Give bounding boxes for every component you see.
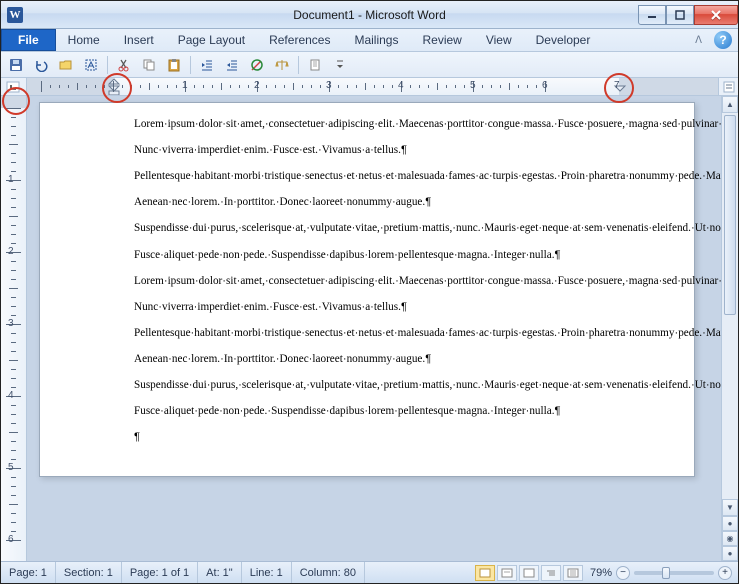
save-icon[interactable]	[5, 54, 27, 76]
scroll-track[interactable]	[722, 113, 738, 499]
ruler-number: 3	[326, 80, 332, 91]
ribbon-tabs: File Home Insert Page Layout References …	[1, 29, 738, 52]
tab-selector[interactable]	[1, 78, 27, 95]
document-area: 1 2 3 4 5 6 Lorem·ipsum·dolor·sit·amet,·conse…	[1, 96, 738, 561]
paragraph[interactable]: Nunc·viverra·imperdiet·enim.·Fusce·est.·…	[134, 300, 614, 315]
tab-view[interactable]: View	[474, 29, 524, 51]
view-draft-icon[interactable]	[563, 565, 583, 581]
tab-references[interactable]: References	[257, 29, 342, 51]
vertical-scrollbar[interactable]: ▲ ▼ ● ◉ ●	[721, 96, 738, 561]
tab-insert[interactable]: Insert	[112, 29, 166, 51]
paragraph[interactable]: Lorem·ipsum·dolor·sit·amet,·consectetuer…	[134, 274, 614, 289]
status-section[interactable]: Section: 1	[56, 562, 122, 583]
window-title: Document1 - Microsoft Word	[293, 8, 446, 22]
ruler-number: 2	[8, 246, 14, 257]
tab-review[interactable]: Review	[410, 29, 473, 51]
file-tab[interactable]: File	[1, 29, 56, 51]
next-page-icon[interactable]: ●	[722, 546, 738, 561]
ruler-number: 3	[8, 318, 14, 329]
zoom-level[interactable]: 79%	[590, 567, 612, 579]
ruler-number: 5	[470, 80, 476, 91]
status-page[interactable]: Page: 1	[1, 562, 56, 583]
paragraph[interactable]: Pellentesque·habitant·morbi·tristique·se…	[134, 169, 614, 184]
undo-icon[interactable]	[30, 54, 52, 76]
scroll-up-icon[interactable]: ▲	[722, 96, 738, 113]
tab-page-layout[interactable]: Page Layout	[166, 29, 257, 51]
ruler-number: 7	[614, 80, 620, 91]
status-bar: Page: 1 Section: 1 Page: 1 of 1 At: 1" L…	[1, 561, 738, 583]
paragraph[interactable]: Suspendisse·dui·purus,·scelerisque·at,·v…	[134, 221, 614, 236]
increase-indent-icon[interactable]	[221, 54, 243, 76]
ruler-toggle-icon[interactable]	[718, 78, 738, 95]
maximize-button[interactable]	[666, 5, 694, 25]
open-icon[interactable]	[55, 54, 77, 76]
window-controls	[638, 5, 738, 25]
view-fullscreen-icon[interactable]	[497, 565, 517, 581]
select-all-icon[interactable]	[80, 54, 102, 76]
paragraph[interactable]: Fusce·aliquet·pede·non·pede.·Suspendisse…	[134, 248, 614, 263]
horizontal-ruler[interactable]: 1 2 3 4 5 6 7	[27, 78, 718, 95]
paragraph[interactable]: Aenean·nec·lorem.·In·porttitor.·Donec·la…	[134, 195, 614, 210]
ruler-number: 2	[254, 80, 260, 91]
vertical-ruler[interactable]: 1 2 3 4 5 6	[1, 96, 27, 561]
quick-access-toolbar	[1, 52, 738, 78]
tab-developer[interactable]: Developer	[524, 29, 603, 51]
paragraph[interactable]: Nunc·viverra·imperdiet·enim.·Fusce·est.·…	[134, 143, 614, 158]
ruler-number: 6	[542, 80, 548, 91]
ruler-number: 4	[398, 80, 404, 91]
browse-object-icon[interactable]: ◉	[722, 531, 738, 546]
help-icon[interactable]: ?	[714, 31, 732, 49]
ruler-number: 1	[8, 174, 14, 185]
tab-mailings[interactable]: Mailings	[342, 29, 410, 51]
ruler-number: 5	[8, 462, 14, 473]
paste-icon[interactable]	[163, 54, 185, 76]
paragraph[interactable]: Suspendisse·dui·purus,·scelerisque·at,·v…	[134, 378, 614, 393]
zoom-out-icon[interactable]: −	[616, 566, 630, 580]
ruler-number: 1	[182, 80, 188, 91]
previous-page-icon[interactable]: ●	[722, 516, 738, 531]
paragraph[interactable]: Fusce·aliquet·pede·non·pede.·Suspendisse…	[134, 404, 614, 419]
document-page[interactable]: Lorem·ipsum·dolor·sit·amet,·consectetuer…	[39, 102, 695, 477]
qat-dropdown-icon[interactable]	[329, 54, 351, 76]
ruler-row: 1 2 3 4 5 6 7	[1, 78, 738, 96]
paragraph[interactable]: ¶	[134, 430, 614, 445]
view-print-layout-icon[interactable]	[475, 565, 495, 581]
status-at[interactable]: At: 1"	[198, 562, 242, 583]
zoom-controls: 79% − +	[584, 566, 738, 580]
status-page-of[interactable]: Page: 1 of 1	[122, 562, 198, 583]
zoom-slider-knob[interactable]	[662, 567, 670, 579]
ribbon-minimize-icon[interactable]: ᐱ	[689, 35, 708, 46]
copy-icon[interactable]	[138, 54, 160, 76]
decrease-indent-icon[interactable]	[196, 54, 218, 76]
view-web-icon[interactable]	[519, 565, 539, 581]
zoom-in-icon[interactable]: +	[718, 566, 732, 580]
close-button[interactable]	[694, 5, 738, 25]
paragraph[interactable]: Pellentesque·habitant·morbi·tristique·se…	[134, 326, 614, 341]
word-app-icon: W	[7, 7, 23, 23]
paragraph[interactable]: Lorem·ipsum·dolor·sit·amet,·consectetuer…	[134, 117, 614, 132]
cut-icon[interactable]	[113, 54, 135, 76]
minimize-button[interactable]	[638, 5, 666, 25]
paragraph[interactable]: Aenean·nec·lorem.·In·porttitor.·Donec·la…	[134, 352, 614, 367]
page-width-icon[interactable]	[304, 54, 326, 76]
scroll-down-icon[interactable]: ▼	[722, 499, 738, 516]
scales-icon[interactable]	[271, 54, 293, 76]
view-outline-icon[interactable]	[541, 565, 561, 581]
left-indent-marker-icon[interactable]	[107, 78, 121, 95]
zoom-slider[interactable]	[634, 571, 714, 575]
ruler-number: 4	[8, 390, 14, 401]
page-viewport[interactable]: Lorem·ipsum·dolor·sit·amet,·consectetuer…	[27, 96, 721, 561]
tab-home[interactable]: Home	[56, 29, 112, 51]
spelling-icon[interactable]	[246, 54, 268, 76]
ruler-number: 6	[8, 534, 14, 545]
status-column[interactable]: Column: 80	[292, 562, 365, 583]
scroll-thumb[interactable]	[724, 115, 736, 315]
title-bar: W Document1 - Microsoft Word	[1, 1, 738, 29]
status-line[interactable]: Line: 1	[242, 562, 292, 583]
